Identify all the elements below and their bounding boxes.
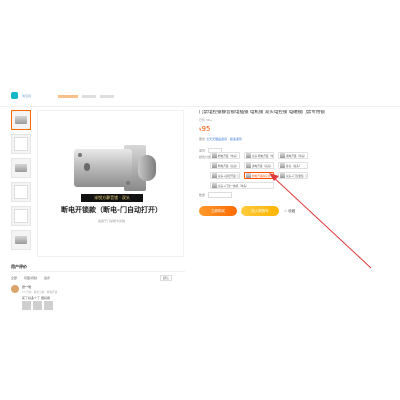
variant-option[interactable]: 断电开锁静音款	[244, 172, 274, 179]
variant-thumbnail	[280, 153, 285, 158]
variant-label-text: 断电开锁（双头）	[218, 164, 239, 168]
variant-thumbnail	[212, 153, 217, 158]
review-image[interactable]	[44, 301, 53, 310]
variant-option[interactable]: 通电开锁（双头）	[244, 162, 274, 169]
quantity-row: 数量	[199, 192, 233, 198]
product-title: 门禁电控锁静音锁电插锁 电机锁 双头电控锁 电磁锁门禁专用锁	[199, 110, 325, 115]
variant-label-text: 双头 断电开锁（单头）	[252, 154, 274, 158]
thumbnail[interactable]	[11, 206, 31, 226]
review-sort-select[interactable]: 默认	[160, 275, 173, 281]
main-product-image[interactable]: 米悦方静音锁 · 双头 断电开锁款（断电-门自动打开） 适用于门禁刷卡系统	[37, 110, 184, 257]
review-filter-media[interactable]: 有图/视频	[24, 276, 37, 280]
favorite-label: 收藏	[288, 209, 296, 213]
reviews-header: 用户评价	[11, 262, 185, 272]
variant-thumbnail	[246, 153, 251, 158]
review-filter-all[interactable]: 全部	[11, 276, 17, 280]
variant-thumbnail	[212, 173, 217, 178]
product-info: 门禁电控锁静音锁电插锁 电机锁 双头电控锁 电磁锁门禁专用锁 已售 50+ ¥9…	[199, 110, 339, 141]
shipping-label: 发货	[199, 148, 206, 153]
buy-now-button[interactable]: 立即购买	[199, 206, 237, 216]
variant-thumbnail	[212, 163, 217, 168]
variant-option[interactable]: 断电开锁（双头）	[210, 162, 240, 169]
nav-tab-active[interactable]	[58, 95, 78, 98]
service-value[interactable]: 七天无理由退货 · 极速退款	[206, 137, 242, 141]
keyhole-icon	[84, 163, 90, 171]
variant-thumbnail	[280, 163, 285, 168]
product-page: 淘宝网 米悦方静音锁 · 双头 断电开锁款（断电-门自动打开） 适用于门禁刷卡系…	[0, 0, 400, 400]
lock-bolt-image	[138, 155, 156, 181]
variant-option[interactable]: 双头+门禁一体机（单头）	[210, 182, 274, 189]
variant-grid: 断电开锁（单头） 双头 断电开锁（单头） 通电开锁（单头） 断电开锁（双头） 通电开锁（…	[210, 152, 310, 189]
image-caption-title: 断电开锁款（断电-门自动打开）	[61, 206, 162, 214]
variant-label-text: 通电开锁（双头）	[252, 164, 273, 168]
thumbnail[interactable]	[11, 110, 31, 130]
lock-body-image	[74, 149, 132, 187]
nav-tab[interactable]	[82, 95, 96, 98]
variant-thumbnail	[246, 163, 251, 168]
thumbnail[interactable]	[11, 182, 31, 202]
variant-label-text: 双头+门禁一体机（单头）	[218, 184, 249, 188]
variant-option[interactable]: 通电开锁（单头）	[278, 152, 308, 159]
quantity-label: 数量	[199, 193, 206, 197]
image-caption-sub: 适用于门禁刷卡系统	[97, 219, 125, 223]
variant-label-text: 双头+门禁套装（双头）	[286, 174, 307, 178]
variant-option[interactable]: 双头+门禁套装（双头）	[278, 172, 308, 179]
thumbnail[interactable]	[11, 158, 31, 178]
avatar	[11, 285, 19, 293]
variant-option[interactable]: 静音（双头）	[278, 162, 308, 169]
header-divider	[0, 106, 400, 107]
variant-option[interactable]: 断电开锁（单头）	[210, 152, 240, 159]
variant-option[interactable]: 双头+遥控开锁（双头）	[210, 172, 240, 179]
review-filters: 全部 有图/视频 追评	[11, 276, 56, 280]
variant-label-text: 静音（双头）	[286, 164, 302, 168]
reviews-title: 用户评价	[11, 264, 27, 269]
review-text: 买了好多个了 很好用	[22, 296, 50, 300]
nav-tab[interactable]	[100, 95, 114, 98]
screw-icon	[78, 153, 82, 157]
thumbnail[interactable]	[11, 230, 31, 250]
variant-label-text: 双头+遥控开锁（双头）	[218, 174, 239, 178]
review-image[interactable]	[22, 301, 31, 310]
product-sold-count: 已售 50+	[199, 118, 213, 122]
thumbnail-strip	[11, 110, 33, 254]
variant-thumbnail	[246, 173, 251, 178]
image-badge: 米悦方静音锁 · 双头	[81, 194, 143, 202]
price-value: 95	[201, 125, 211, 133]
quantity-stepper[interactable]	[208, 192, 233, 198]
variant-thumbnail	[212, 183, 217, 188]
variant-label-text: 断电开锁静音款	[252, 174, 271, 178]
variant-thumbnail	[280, 173, 285, 178]
variant-label-text: 通电开锁（单头）	[286, 154, 307, 158]
service-label: 服务	[199, 137, 206, 141]
top-bar: 淘宝网	[0, 84, 400, 106]
review-user: 张**瑞	[22, 285, 32, 289]
star-icon: ☆	[284, 209, 288, 213]
variant-label-text: 断电开锁（单头）	[218, 154, 239, 158]
add-to-cart-button[interactable]: 加入购物车	[241, 206, 279, 216]
site-logo-icon[interactable]	[11, 92, 18, 99]
site-logo-text[interactable]: 淘宝网	[22, 94, 31, 98]
thumbnail[interactable]	[11, 134, 31, 154]
variant-option[interactable]: 双头 断电开锁（单头）	[244, 152, 274, 159]
service-line: 服务 七天无理由退货 · 极速退款	[199, 137, 339, 141]
review-images	[22, 301, 53, 310]
review-filter-followup[interactable]: 追评	[44, 276, 50, 280]
review-meta: 1个月前 · 颜色分类：断电开锁	[22, 291, 58, 294]
favorite-button[interactable]: ☆收藏	[284, 209, 295, 214]
product-price: ¥95	[199, 125, 339, 133]
screw-icon	[126, 181, 130, 185]
review-image[interactable]	[33, 301, 42, 310]
